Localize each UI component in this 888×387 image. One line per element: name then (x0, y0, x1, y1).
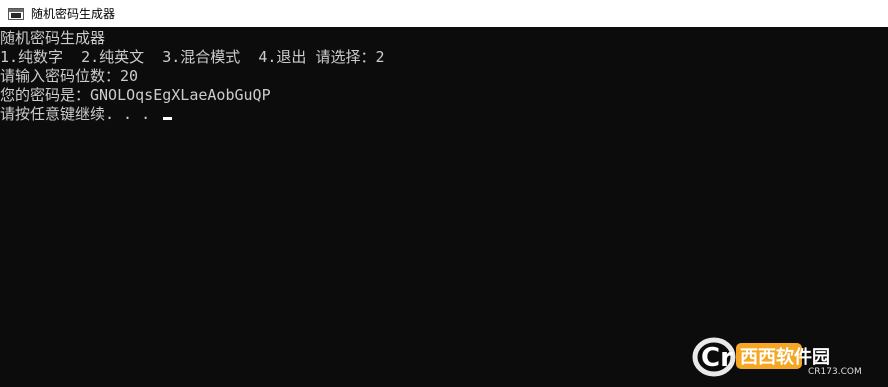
console-line-password-result: 您的密码是：GNOLOqsEgXLaeAobGuQP (0, 86, 271, 104)
text-cursor-icon (163, 117, 173, 120)
console-output[interactable]: 随机密码生成器 1.纯数字 2.纯英文 3.混合模式 4.退出 请选择：2 请输… (0, 29, 888, 387)
console-line-length-prompt: 请输入密码位数：20 (0, 67, 139, 85)
console-line-header: 随机密码生成器 (0, 29, 106, 47)
app-icon-bar (9, 8, 23, 12)
watermark-site: CR173.COM (808, 367, 862, 377)
window-title: 随机密码生成器 (31, 7, 116, 21)
continue-prompt-text: 请按任意键继续. . . (0, 105, 160, 123)
app-icon-screen (11, 12, 21, 18)
console-line-continue: 请按任意键继续. . . (0, 105, 888, 124)
watermark-logo-graphic: Cr 西西软件园 CR173.COM (692, 337, 862, 377)
logo-letter: Cr (701, 343, 733, 373)
title-bar[interactable]: 随机密码生成器 (0, 0, 888, 27)
console-app-icon[interactable] (8, 7, 24, 20)
console-line-menu: 1.纯数字 2.纯英文 3.混合模式 4.退出 请选择：2 (0, 48, 385, 66)
console-window: 随机密码生成器 随机密码生成器 1.纯数字 2.纯英文 3.混合模式 4.退出 … (0, 0, 888, 387)
watermark-logo: Cr 西西软件园 CR173.COM (690, 337, 882, 377)
watermark-brand: 西西软件园 (740, 346, 830, 368)
